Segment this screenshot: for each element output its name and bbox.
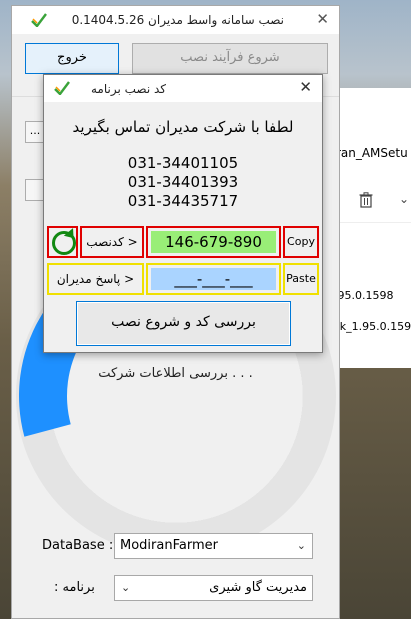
installer-title-bar: نصب سامانه واسط مدیران 0.1404.5.26 ✕ <box>12 6 339 34</box>
database-select[interactable]: ModiranFarmer ⌄ <box>114 533 313 559</box>
program-value: مدیریت گاو شیری <box>209 580 307 595</box>
database-value: ModiranFarmer <box>120 538 218 553</box>
close-icon[interactable]: ✕ <box>299 78 312 96</box>
refresh-button[interactable] <box>47 226 78 258</box>
install-code-row: < کدنصب 146-679-890 Copy <box>47 226 319 258</box>
paste-button[interactable]: Paste <box>283 263 319 295</box>
install-code-field: 146-679-890 <box>146 226 281 258</box>
answer-field[interactable]: ___-___-___ <box>146 263 281 295</box>
dialog-title-bar: کد نصب برنامه ✕ <box>44 75 322 102</box>
verify-and-install-button[interactable]: بررسی کد و شروع نصب <box>76 301 291 346</box>
phone-number: 031-34435717 <box>127 192 239 210</box>
program-select[interactable]: مدیریت گاو شیری ⌄ <box>114 575 313 601</box>
app-logo-icon <box>31 13 47 27</box>
status-text: . . . بررسی اطلاعات شرکت <box>98 366 253 381</box>
chevron-down-icon: ⌄ <box>121 581 131 594</box>
trash-icon[interactable] <box>359 192 373 208</box>
chevron-down-icon[interactable]: ⌄ <box>399 192 409 206</box>
refresh-icon <box>52 231 76 255</box>
database-label: DataBase : <box>42 538 114 553</box>
program-label: برنامه : <box>54 580 95 595</box>
copy-button[interactable]: Copy <box>283 226 319 258</box>
answer-input[interactable]: ___-___-___ <box>151 268 276 290</box>
start-install-button[interactable]: شروع فرآیند نصب <box>132 43 328 74</box>
answer-row: < پاسخ مدیران ___-___-___ Paste <box>47 263 319 295</box>
chevron-down-icon: ⌄ <box>296 539 306 552</box>
dialog-title: کد نصب برنامه <box>91 82 166 96</box>
install-code-dialog: کد نصب برنامه ✕ لطفا با شرکت مدیران تماس… <box>43 74 323 353</box>
exit-button[interactable]: خروج <box>25 43 119 74</box>
app-logo-icon <box>54 81 70 95</box>
option-button[interactable] <box>25 179 45 201</box>
contact-message: لطفا با شرکت مدیران تماس بگیرید <box>72 118 294 136</box>
installer-title: نصب سامانه واسط مدیران 0.1404.5.26 <box>71 13 284 27</box>
phone-number: 031-34401105 <box>127 154 239 172</box>
install-code-label: < کدنصب <box>80 226 144 258</box>
close-icon[interactable]: ✕ <box>316 10 329 28</box>
install-code-value: 146-679-890 <box>151 231 276 253</box>
browse-button[interactable]: ... <box>25 121 45 143</box>
answer-label: < پاسخ مدیران <box>47 263 144 295</box>
phone-list: 031-34401105 031-34401393 031-34435717 <box>44 154 322 211</box>
phone-number: 031-34401393 <box>127 173 239 191</box>
